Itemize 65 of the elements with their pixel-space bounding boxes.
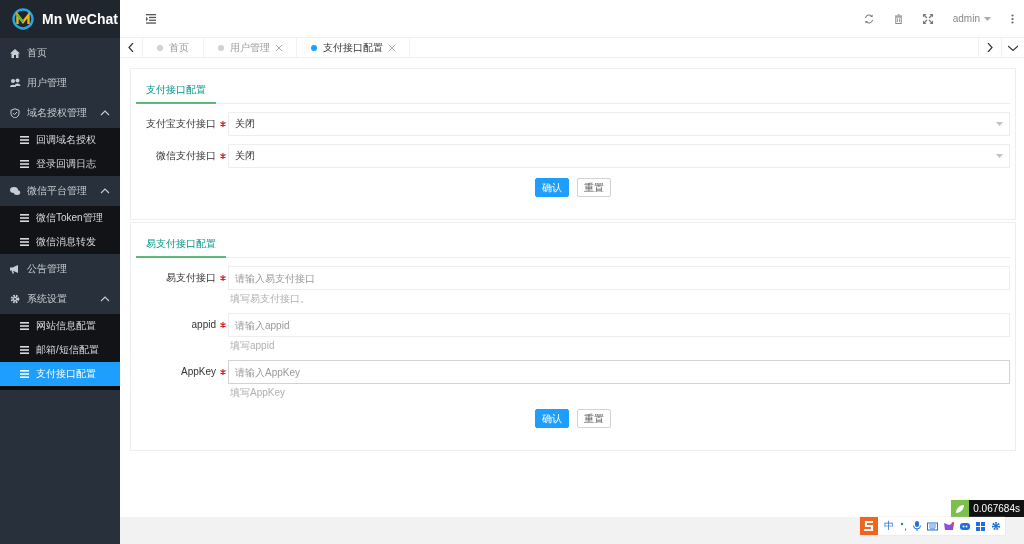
field-hint: 填写AppKey: [230, 387, 287, 399]
reset-button[interactable]: 重置: [577, 178, 611, 197]
list-icon: [20, 369, 29, 379]
leaf-icon[interactable]: [951, 500, 970, 517]
field-label: 支付宝支付接口: [146, 117, 216, 131]
list-icon: [20, 213, 29, 223]
caret-icon: [984, 16, 991, 21]
input-field[interactable]: 请输入AppKey: [228, 360, 1010, 384]
list-icon: [20, 135, 29, 145]
ime-logo-icon[interactable]: [860, 517, 878, 535]
card-tab[interactable]: 易支付接口配置: [136, 233, 226, 258]
gear-icon[interactable]: [991, 521, 1001, 531]
robot-icon[interactable]: [960, 521, 970, 531]
ime-mode-toggle[interactable]: 中: [884, 519, 894, 533]
microphone-icon[interactable]: [913, 521, 921, 531]
list-icon: [20, 159, 29, 169]
sidebar-subitem[interactable]: 网站信息配置: [0, 314, 120, 338]
card-tab[interactable]: 支付接口配置: [136, 79, 216, 104]
chat-icon: [10, 186, 21, 196]
select-field[interactable]: 关闭: [228, 144, 1010, 168]
users-icon: [10, 78, 21, 88]
fullscreen-icon[interactable]: [922, 13, 933, 24]
chevron-down-icon[interactable]: [1008, 44, 1018, 51]
field-hint: 填写appid: [230, 340, 276, 352]
shield-icon: [10, 108, 21, 118]
trash-icon[interactable]: [893, 13, 903, 24]
gear-icon: [10, 294, 21, 304]
select-field[interactable]: 关闭: [228, 112, 1010, 136]
sidebar-item[interactable]: 微信平台管理: [0, 176, 120, 206]
sidebar-subitem[interactable]: 回调域名授权: [0, 128, 120, 152]
sidebar-item[interactable]: 用户管理: [0, 68, 120, 98]
keyboard-icon[interactable]: [927, 521, 938, 531]
field-label: 微信支付接口: [156, 149, 216, 163]
caret-icon: [996, 154, 1003, 158]
list-icon: [20, 237, 29, 247]
list-icon: [20, 345, 29, 355]
refresh-icon[interactable]: [863, 13, 874, 24]
timer-text: 0.067684s: [969, 500, 1024, 517]
home-icon: [10, 48, 21, 58]
grid-icon[interactable]: [976, 521, 985, 531]
field-label: AppKey: [180, 365, 216, 379]
caret-icon: [996, 122, 1003, 126]
app-logo-text: Mn WeChat: [42, 11, 118, 27]
sidebar-subitem[interactable]: 微信消息转发: [0, 230, 120, 254]
chevron-left-icon[interactable]: [128, 43, 134, 52]
sidebar-toggle-icon[interactable]: [146, 13, 156, 24]
punctuation-icon[interactable]: [900, 521, 907, 531]
field-hint: 填写易支付接口。: [230, 293, 311, 305]
sidebar-item[interactable]: 公告管理: [0, 254, 120, 284]
reset-button[interactable]: 重置: [577, 409, 611, 428]
sidebar-item[interactable]: 域名授权管理: [0, 98, 120, 128]
field-label: 易支付接口: [166, 271, 216, 285]
page-tab[interactable]: 支付接口配置: [297, 38, 410, 57]
more-icon[interactable]: [1011, 13, 1014, 24]
chevron-right-icon[interactable]: [987, 43, 993, 52]
sidebar-subitem[interactable]: 邮箱/短信配置: [0, 338, 120, 362]
megaphone-icon: [10, 264, 21, 274]
sidebar-item[interactable]: 首页: [0, 38, 120, 68]
sidebar-subitem[interactable]: 登录回调日志: [0, 152, 120, 176]
sidebar-subitem[interactable]: 微信Token管理: [0, 206, 120, 230]
sidebar-item[interactable]: 系统设置: [0, 284, 120, 314]
field-label: appid: [191, 318, 216, 332]
user-menu[interactable]: admin: [952, 13, 991, 24]
logo-icon: [12, 8, 34, 30]
list-icon: [20, 321, 29, 331]
